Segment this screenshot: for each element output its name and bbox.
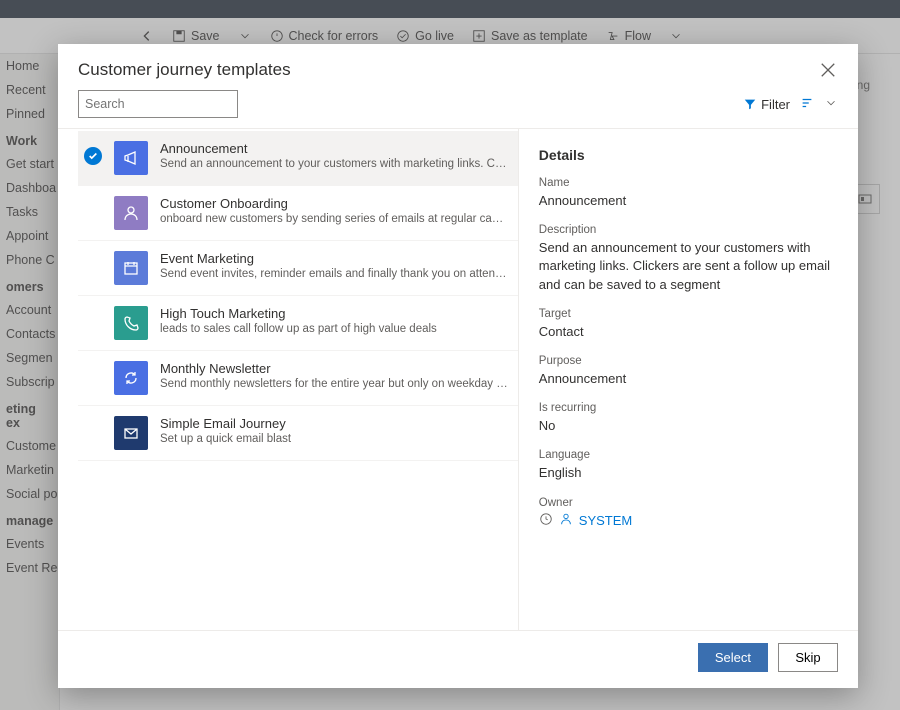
template-item[interactable]: Announcement Send an announcement to your… — [78, 131, 518, 186]
search-box[interactable] — [78, 90, 238, 118]
template-name: Customer Onboarding — [160, 196, 508, 211]
template-desc: Send event invites, reminder emails and … — [160, 268, 508, 280]
template-name: Simple Email Journey — [160, 416, 508, 431]
search-input[interactable] — [85, 97, 246, 111]
dialog-title: Customer journey templates — [78, 60, 291, 80]
template-name: Announcement — [160, 141, 508, 156]
sort-dropdown[interactable] — [824, 96, 838, 113]
template-item[interactable]: High Touch Marketing leads to sales call … — [78, 296, 518, 351]
sort-icon — [800, 96, 814, 110]
detail-description-value: Send an announcement to your customers w… — [539, 239, 830, 294]
detail-language-value: English — [539, 464, 830, 482]
detail-owner-value: SYSTEM — [539, 512, 830, 529]
person-icon — [559, 512, 573, 529]
detail-language-label: Language — [539, 449, 830, 461]
person-icon — [114, 196, 148, 230]
detail-recurring-label: Is recurring — [539, 402, 830, 414]
owner-name[interactable]: SYSTEM — [579, 513, 632, 528]
template-desc: Send monthly newsletters for the entire … — [160, 378, 508, 390]
close-button[interactable] — [818, 60, 838, 80]
detail-description-label: Description — [539, 224, 830, 236]
template-desc: Set up a quick email blast — [160, 433, 508, 445]
template-desc: onboard new customers by sending series … — [160, 213, 508, 225]
dialog-footer: Select Skip — [58, 630, 858, 688]
dialog-header: Customer journey templates — [58, 44, 858, 90]
detail-purpose-label: Purpose — [539, 355, 830, 367]
detail-heading: Details — [539, 147, 830, 163]
template-item[interactable]: Event Marketing Send event invites, remin… — [78, 241, 518, 296]
filter-button[interactable]: Filter — [743, 97, 790, 112]
calendar-icon — [114, 251, 148, 285]
template-desc: leads to sales call follow up as part of… — [160, 323, 508, 335]
selected-check-icon — [84, 147, 102, 165]
mail-icon — [114, 416, 148, 450]
dialog-toolbar: Filter — [58, 90, 858, 128]
select-button[interactable]: Select — [698, 643, 768, 672]
detail-pane: Details Name Announcement Description Se… — [519, 129, 838, 630]
skip-button[interactable]: Skip — [778, 643, 838, 672]
megaphone-icon — [114, 141, 148, 175]
filter-icon — [743, 97, 757, 111]
template-name: Monthly Newsletter — [160, 361, 508, 376]
template-picker-dialog: Customer journey templates Filter Announ… — [58, 44, 858, 688]
template-name: High Touch Marketing — [160, 306, 508, 321]
template-item[interactable]: Simple Email Journey Set up a quick email… — [78, 406, 518, 461]
clock-icon — [539, 512, 553, 529]
detail-name-value: Announcement — [539, 192, 830, 210]
template-name: Event Marketing — [160, 251, 508, 266]
cycle-icon — [114, 361, 148, 395]
template-list: Announcement Send an announcement to your… — [78, 129, 519, 630]
detail-purpose-value: Announcement — [539, 370, 830, 388]
detail-recurring-value: No — [539, 417, 830, 435]
template-desc: Send an announcement to your customers w… — [160, 158, 508, 170]
toolbar-right: Filter — [743, 96, 838, 113]
detail-target-value: Contact — [539, 323, 830, 341]
dialog-body: Announcement Send an announcement to your… — [58, 128, 858, 630]
template-item[interactable]: Customer Onboarding onboard new customers… — [78, 186, 518, 241]
sort-button[interactable] — [800, 96, 814, 113]
close-icon — [818, 60, 838, 80]
detail-owner-label: Owner — [539, 497, 830, 509]
detail-target-label: Target — [539, 308, 830, 320]
chevron-down-icon — [824, 96, 838, 110]
filter-label: Filter — [761, 97, 790, 112]
template-item[interactable]: Monthly Newsletter Send monthly newslette… — [78, 351, 518, 406]
detail-name-label: Name — [539, 177, 830, 189]
phone-icon — [114, 306, 148, 340]
